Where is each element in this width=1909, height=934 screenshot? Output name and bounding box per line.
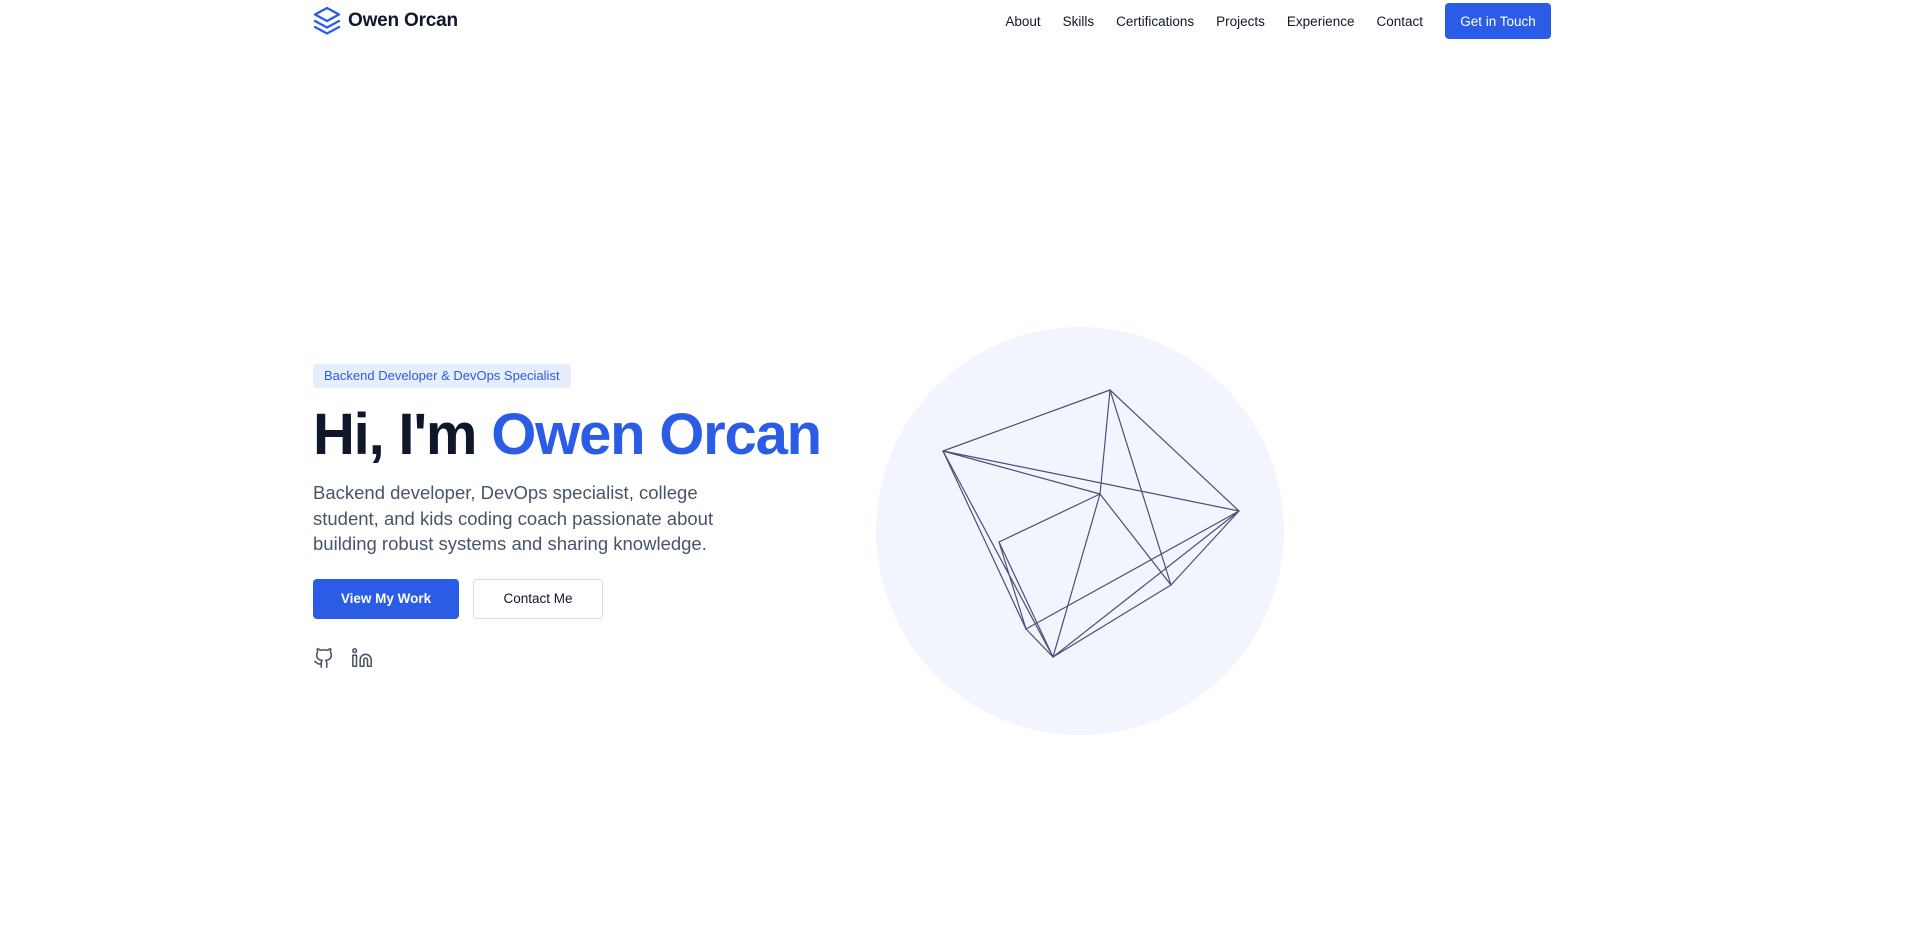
layers-icon <box>313 6 341 36</box>
nav-experience[interactable]: Experience <box>1287 14 1355 29</box>
nav-projects[interactable]: Projects <box>1216 14 1265 29</box>
hero-illustration <box>876 327 1284 735</box>
role-badge: Backend Developer & DevOps Specialist <box>313 364 571 388</box>
view-my-work-button[interactable]: View My Work <box>313 578 459 619</box>
brand-logo[interactable]: Owen Orcan <box>313 6 458 36</box>
hero-title-prefix: Hi, I'm <box>313 402 492 467</box>
brand-name: Owen Orcan <box>348 10 458 31</box>
hero-title: Hi, I'm Owen Orcan <box>313 404 873 466</box>
github-icon[interactable] <box>313 647 335 674</box>
site-header: Owen Orcan About Skills Certifications P… <box>0 0 1909 42</box>
main-nav: About Skills Certifications Projects Exp… <box>1005 3 1551 39</box>
hero-title-name: Owen Orcan <box>491 402 822 467</box>
nav-skills[interactable]: Skills <box>1063 14 1095 29</box>
wireframe-polyhedron <box>876 327 1284 735</box>
illustration-circle <box>876 327 1284 735</box>
hero-description: Backend developer, DevOps specialist, co… <box>313 482 714 554</box>
social-links <box>313 647 873 674</box>
hero-actions: View My Work Contact Me <box>313 578 873 619</box>
nav-contact[interactable]: Contact <box>1376 14 1423 29</box>
nav-certifications[interactable]: Certifications <box>1116 14 1194 29</box>
linkedin-icon[interactable] <box>351 647 373 674</box>
contact-me-button[interactable]: Contact Me <box>473 578 603 619</box>
nav-about[interactable]: About <box>1005 14 1040 29</box>
hero-section: Backend Developer & DevOps Specialist Hi… <box>313 364 873 674</box>
get-in-touch-button[interactable]: Get in Touch <box>1445 3 1551 39</box>
